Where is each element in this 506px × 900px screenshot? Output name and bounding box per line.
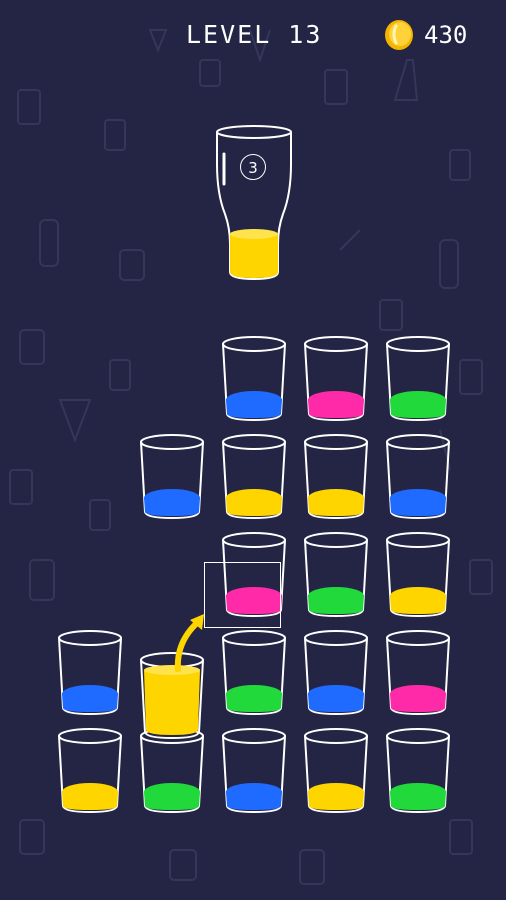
cup-yellow[interactable] [382,530,454,618]
coin-count: 430 [424,21,468,49]
cup-yellow[interactable] [300,726,372,814]
cup-blue[interactable] [218,334,290,422]
cup-blue[interactable] [136,432,208,520]
cup-blue[interactable] [54,628,126,716]
cup-blue[interactable] [218,726,290,814]
coin-counter: 430 [382,18,467,52]
cup-pink[interactable] [300,334,372,422]
cup-green[interactable] [382,334,454,422]
cup-blue[interactable] [382,432,454,520]
cup-yellow[interactable] [54,726,126,814]
cup-green[interactable] [300,530,372,618]
moves-left-badge: 3 [240,154,266,180]
cup-green[interactable] [382,726,454,814]
target-glass [216,125,292,281]
cup-yellow[interactable] [218,432,290,520]
level-label: LEVEL 13 [186,20,323,49]
selection-outline [204,562,281,628]
cup-blue[interactable] [300,628,372,716]
gold-coin-icon [385,20,413,50]
cup-pink[interactable] [382,628,454,716]
cup-yellow[interactable] [300,432,372,520]
cup-green[interactable] [218,628,290,716]
